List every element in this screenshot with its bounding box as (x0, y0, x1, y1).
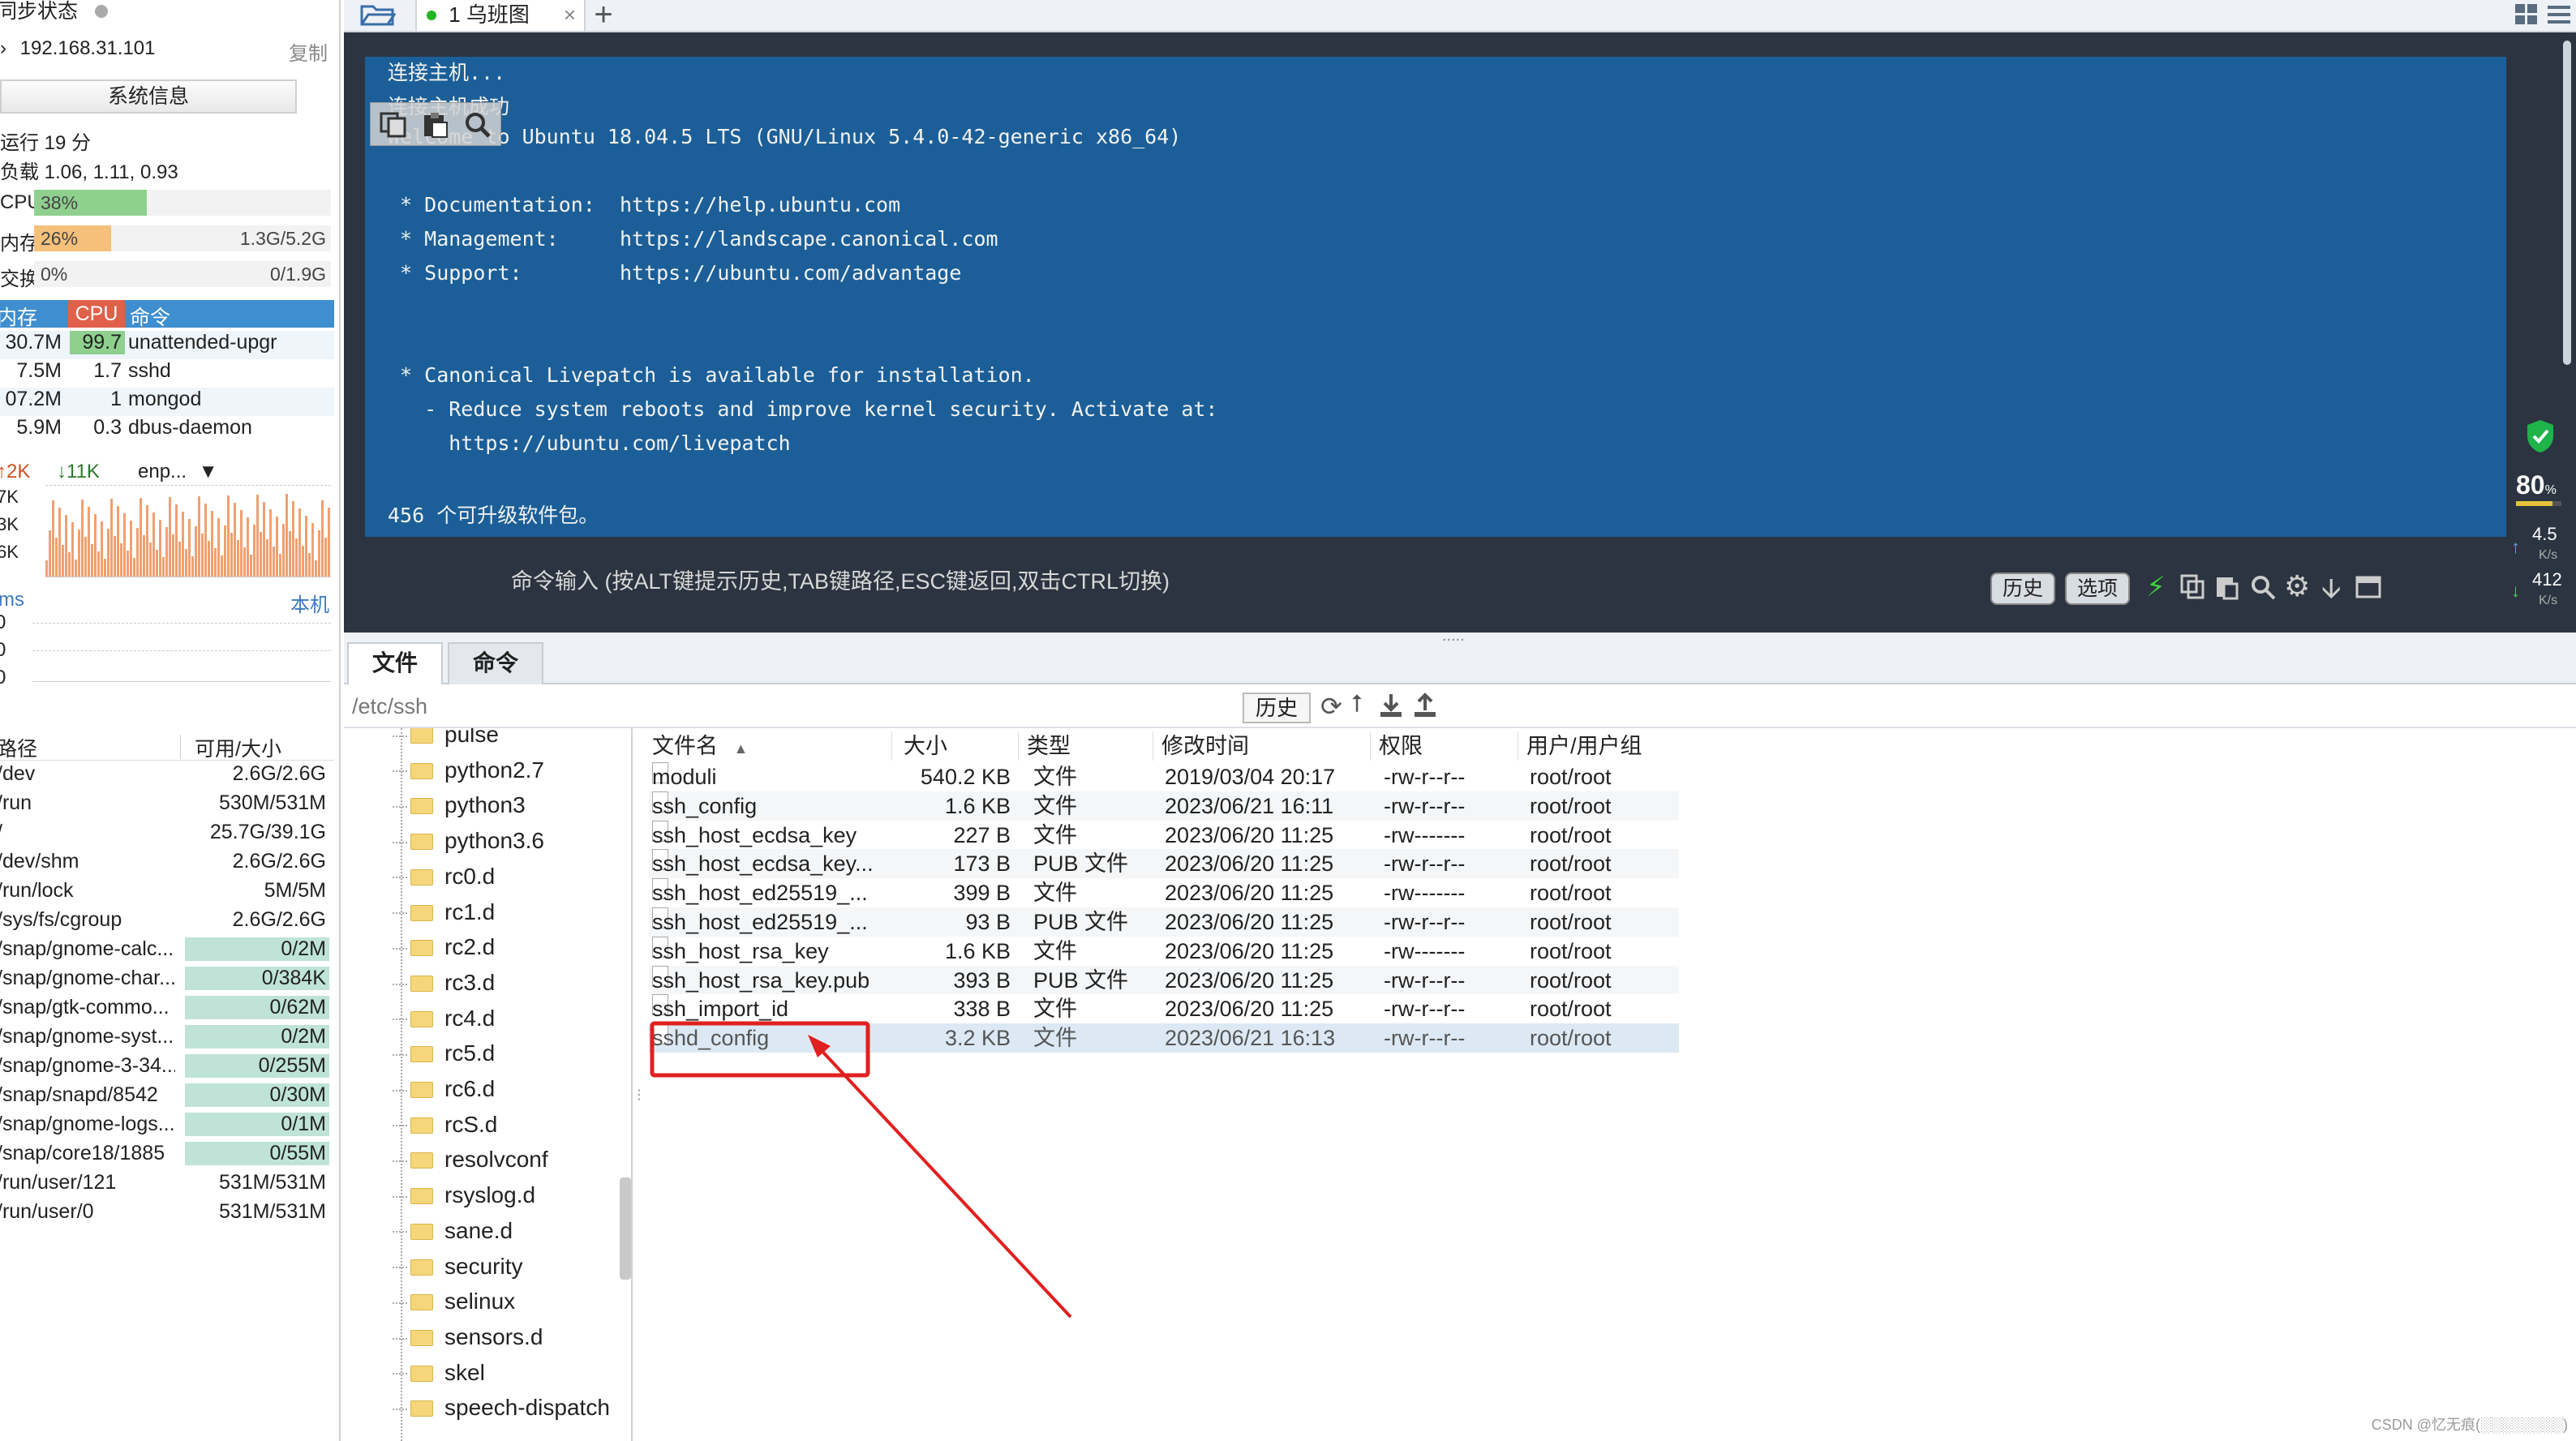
watermark: CSDN @忆无痕(░░░░░░░░) (2371, 1417, 2568, 1433)
annotation-overlay (650, 1021, 1072, 1319)
annotation-arrow-line (813, 1041, 1072, 1319)
annotation-arrow-head (808, 1035, 831, 1057)
